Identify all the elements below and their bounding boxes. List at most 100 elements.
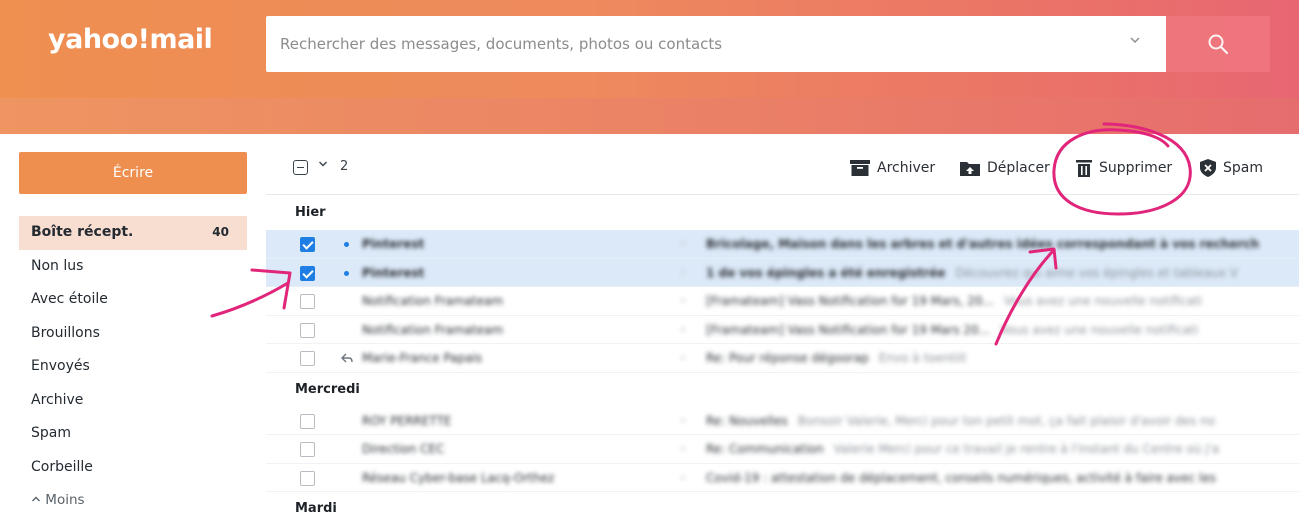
chevron-up-icon — [31, 492, 45, 508]
message-snippet: Vous avez une nouvelle notificati — [1000, 322, 1199, 337]
folder-archive[interactable]: Archive — [19, 384, 247, 418]
folder-trash[interactable]: Corbeille — [19, 451, 247, 485]
message-subject: Covid-19 : attestation de déplacement, c… — [706, 464, 1299, 492]
message-sender: Notification Framateam — [362, 322, 504, 337]
archive-label: Archiver — [877, 160, 936, 176]
search-box — [266, 16, 1166, 72]
message-toolbar: 2 Archiver Déplacer Supprimer Spam — [266, 140, 1299, 195]
subject-text: Covid-19 : attestation de déplacement, c… — [706, 470, 1216, 485]
message-sender: Direction CEC — [362, 442, 445, 456]
message-row[interactable]: Notification Framateam ☆ [Framateam] Vas… — [266, 316, 1299, 344]
move-label: Déplacer — [987, 160, 1050, 176]
header-bottom-strip — [0, 98, 1299, 134]
delete-button[interactable]: Supprimer — [1076, 157, 1172, 179]
spam-label: Spam — [1223, 160, 1263, 176]
message-snippet: Découvrez qui aime vos épingles et table… — [955, 265, 1238, 280]
message-row[interactable]: Notification Framateam ☆ [Framateam] Vas… — [266, 287, 1299, 316]
star-icon[interactable]: ☆ — [678, 266, 688, 279]
chevron-down-icon[interactable] — [318, 159, 328, 172]
message-sender: Pinterest — [362, 237, 425, 251]
star-icon[interactable]: ☆ — [678, 442, 688, 455]
folder-inbox[interactable]: Boîte récept. 40 — [19, 216, 247, 250]
message-checkbox[interactable] — [300, 470, 315, 486]
message-row[interactable]: ROY PERRETTE ☆ Re: Nouvelles Bonsoir Vale… — [266, 407, 1299, 435]
message-subject: Re: Communication Valerie Merci pour ce t… — [706, 435, 1299, 463]
message-checkbox[interactable] — [300, 322, 315, 338]
message-checkbox[interactable] — [300, 351, 315, 366]
date-group-header: Mercredi — [295, 381, 360, 397]
message-row[interactable]: Pinterest ☆ 1 de vos épingles a été enre… — [266, 258, 1299, 287]
star-icon[interactable]: ☆ — [678, 414, 688, 427]
trash-icon — [1076, 160, 1092, 177]
star-icon[interactable]: ☆ — [678, 471, 688, 484]
archive-icon — [850, 160, 870, 176]
subject-text: Bricolage, Maison dans les arbres et d'a… — [706, 237, 1260, 251]
folder-label: Envoyés — [31, 358, 90, 374]
delete-label: Supprimer — [1099, 160, 1173, 176]
selected-count: 2 — [340, 159, 349, 174]
show-less-toggle[interactable]: Moins — [19, 484, 247, 518]
subject-text: Re: Nouvelles — [706, 413, 788, 428]
message-sender: Réseau Cyber-base Lacq-Orthez — [362, 470, 555, 485]
message-checkbox[interactable] — [300, 265, 315, 281]
folder-label: Avec étoile — [31, 291, 108, 307]
subject-text: [Framateam] Vass Notification for 19 Mar… — [706, 322, 991, 337]
folder-unread[interactable]: Non lus — [19, 250, 247, 284]
date-group-header: Mardi — [295, 501, 337, 516]
message-snippet: Vous avez une nouvelle notificati — [1003, 294, 1203, 308]
show-less-label: Moins — [45, 492, 85, 508]
message-checkbox[interactable] — [300, 237, 315, 252]
chevron-down-icon[interactable] — [1126, 34, 1144, 52]
compose-button[interactable]: Écrire — [19, 152, 247, 194]
star-icon[interactable]: ☆ — [678, 237, 688, 250]
folder-label: Non lus — [31, 257, 84, 274]
message-subject: 1 de vos épingles a été enregistrée Décou… — [706, 259, 1299, 287]
message-sender: Marie-France Papais — [362, 351, 483, 365]
star-icon[interactable]: ☆ — [678, 351, 688, 364]
select-all-checkbox[interactable] — [293, 160, 308, 175]
message-subject: Re: Pour réponse dégoorap Envo à toentiit — [706, 344, 1299, 372]
unread-indicator — [344, 242, 349, 247]
search-button[interactable] — [1166, 16, 1270, 72]
folder-drafts[interactable]: Brouillons — [19, 317, 247, 351]
unread-indicator — [344, 270, 349, 276]
message-row[interactable]: Direction CEC ☆ Re: Communication Valerie… — [266, 435, 1299, 464]
folder-spam[interactable]: Spam — [19, 417, 247, 451]
app-header: yahoo!mail — [0, 0, 1299, 134]
replied-icon — [341, 352, 353, 366]
folder-label: Boîte récept. — [31, 224, 134, 240]
subject-text: Re: Pour réponse dégoorap — [706, 351, 869, 365]
search-input[interactable] — [280, 16, 1100, 72]
message-subject: Re: Nouvelles Bonsoir Valerie, Merci pour… — [706, 407, 1299, 435]
star-icon[interactable]: ☆ — [678, 323, 688, 336]
move-folder-icon — [960, 162, 980, 176]
yahoo-mail-logo[interactable]: yahoo!mail — [48, 24, 213, 55]
subject-text: Re: Communication — [706, 442, 824, 456]
star-icon[interactable]: ☆ — [678, 294, 688, 307]
message-snippet: Bonsoir Valerie, Merci pour ton petit mo… — [797, 413, 1216, 428]
message-sender: Pinterest — [362, 265, 425, 280]
message-row[interactable]: Pinterest ☆ Bricolage, Maison dans les a… — [266, 230, 1299, 259]
unread-count-badge: 40 — [212, 225, 229, 239]
message-sender: ROY PERRETTE — [362, 413, 452, 428]
message-subject: Bricolage, Maison dans les arbres et d'a… — [706, 230, 1299, 258]
message-row[interactable]: Marie-France Papais ☆ Re: Pour réponse d… — [266, 344, 1299, 373]
folder-label: Brouillons — [31, 324, 100, 341]
move-button[interactable]: Déplacer — [960, 157, 1050, 179]
message-row[interactable]: Réseau Cyber-base Lacq-Orthez ☆ Covid-19… — [266, 464, 1299, 492]
folder-label: Archive — [31, 391, 84, 408]
message-checkbox[interactable] — [300, 413, 315, 429]
message-snippet: Envo à toentiit — [878, 351, 967, 365]
message-sender: Notification Framateam — [362, 294, 504, 308]
message-checkbox[interactable] — [300, 294, 315, 309]
folder-sent[interactable]: Envoyés — [19, 350, 247, 384]
archive-button[interactable]: Archiver — [850, 157, 935, 179]
spam-button[interactable]: Spam — [1200, 157, 1263, 179]
message-checkbox[interactable] — [300, 442, 315, 457]
subject-text: [Framateam] Vass Notification for 19 Mar… — [706, 294, 994, 308]
subject-text: 1 de vos épingles a été enregistrée — [706, 265, 946, 280]
folder-starred[interactable]: Avec étoile — [19, 283, 247, 317]
date-group-header: Hier — [295, 205, 326, 220]
folder-list: Boîte récept. 40 Non lus Avec étoile Bro… — [19, 216, 247, 518]
shield-icon — [1200, 159, 1216, 177]
